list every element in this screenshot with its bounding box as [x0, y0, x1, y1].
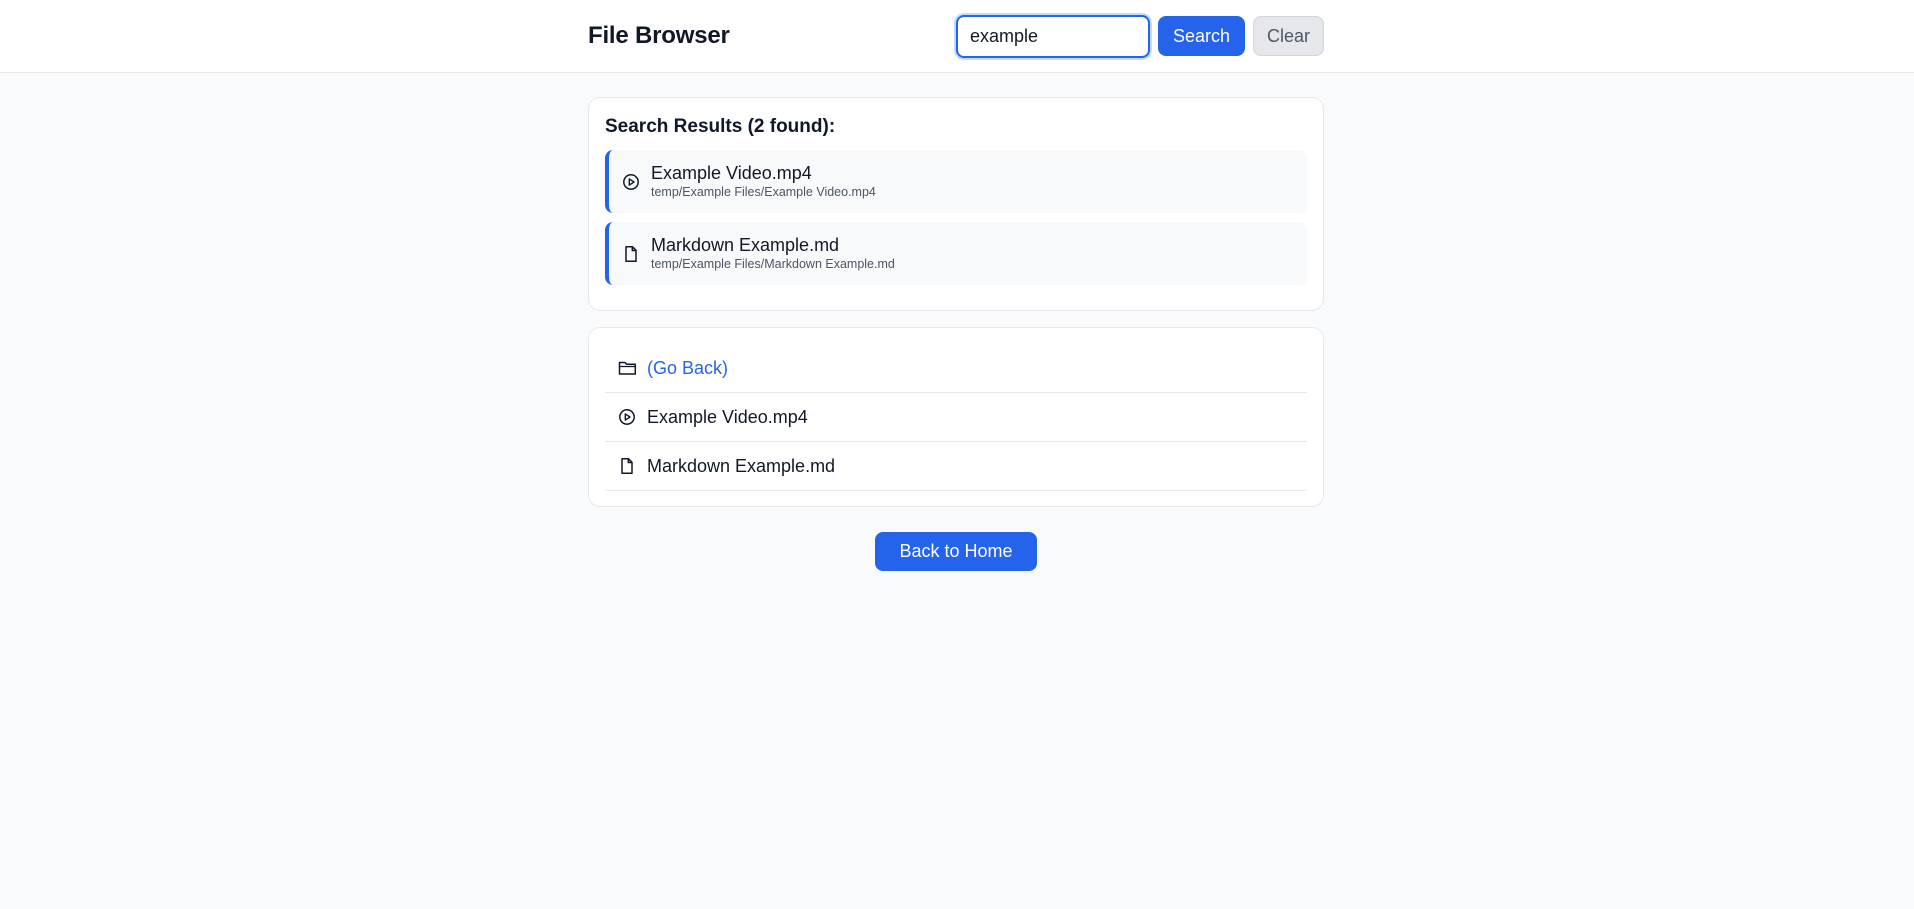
folder-icon: [617, 358, 637, 378]
search-result-path: temp/Example Files/Example Video.mp4: [651, 185, 876, 199]
search-result-name: Example Video.mp4: [651, 163, 812, 183]
footer-actions: Back to Home: [588, 532, 1324, 571]
search-group: Search Clear: [955, 14, 1324, 58]
search-result-item[interactable]: Example Video.mp4 temp/Example Files/Exa…: [605, 150, 1307, 213]
search-result-item[interactable]: Markdown Example.md temp/Example Files/M…: [605, 222, 1307, 285]
directory-listing-card: (Go Back) Example Video.mp4 Markdown Exa…: [588, 327, 1324, 507]
file-icon: [617, 456, 637, 476]
main-content: Search Results (2 found): Example Video.…: [588, 97, 1324, 571]
header-bar: File Browser Search Clear: [588, 0, 1324, 72]
search-result-text: Example Video.mp4 temp/Example Files/Exa…: [651, 163, 876, 200]
play-circle-icon: [617, 407, 637, 427]
search-result-path: temp/Example Files/Markdown Example.md: [651, 257, 895, 271]
app-header: File Browser Search Clear: [0, 0, 1914, 73]
search-input[interactable]: [955, 14, 1150, 58]
play-circle-icon: [621, 172, 641, 192]
search-results-card: Search Results (2 found): Example Video.…: [588, 97, 1324, 311]
file-icon: [621, 244, 641, 264]
search-button[interactable]: Search: [1157, 16, 1245, 56]
app-title: File Browser: [588, 22, 730, 49]
search-result-text: Markdown Example.md temp/Example Files/M…: [651, 235, 895, 272]
directory-item-file[interactable]: Example Video.mp4: [605, 393, 1307, 442]
directory-item-label: Markdown Example.md: [647, 455, 836, 476]
directory-item-go-back[interactable]: (Go Back): [605, 344, 1307, 393]
back-to-home-button[interactable]: Back to Home: [875, 532, 1037, 571]
directory-item-label: Example Video.mp4: [647, 406, 808, 427]
search-results-title: Search Results (2 found):: [605, 116, 836, 137]
directory-item-file[interactable]: Markdown Example.md: [605, 442, 1307, 491]
search-result-name: Markdown Example.md: [651, 235, 840, 255]
go-back-link[interactable]: (Go Back): [647, 358, 728, 379]
clear-button[interactable]: Clear: [1252, 16, 1324, 56]
